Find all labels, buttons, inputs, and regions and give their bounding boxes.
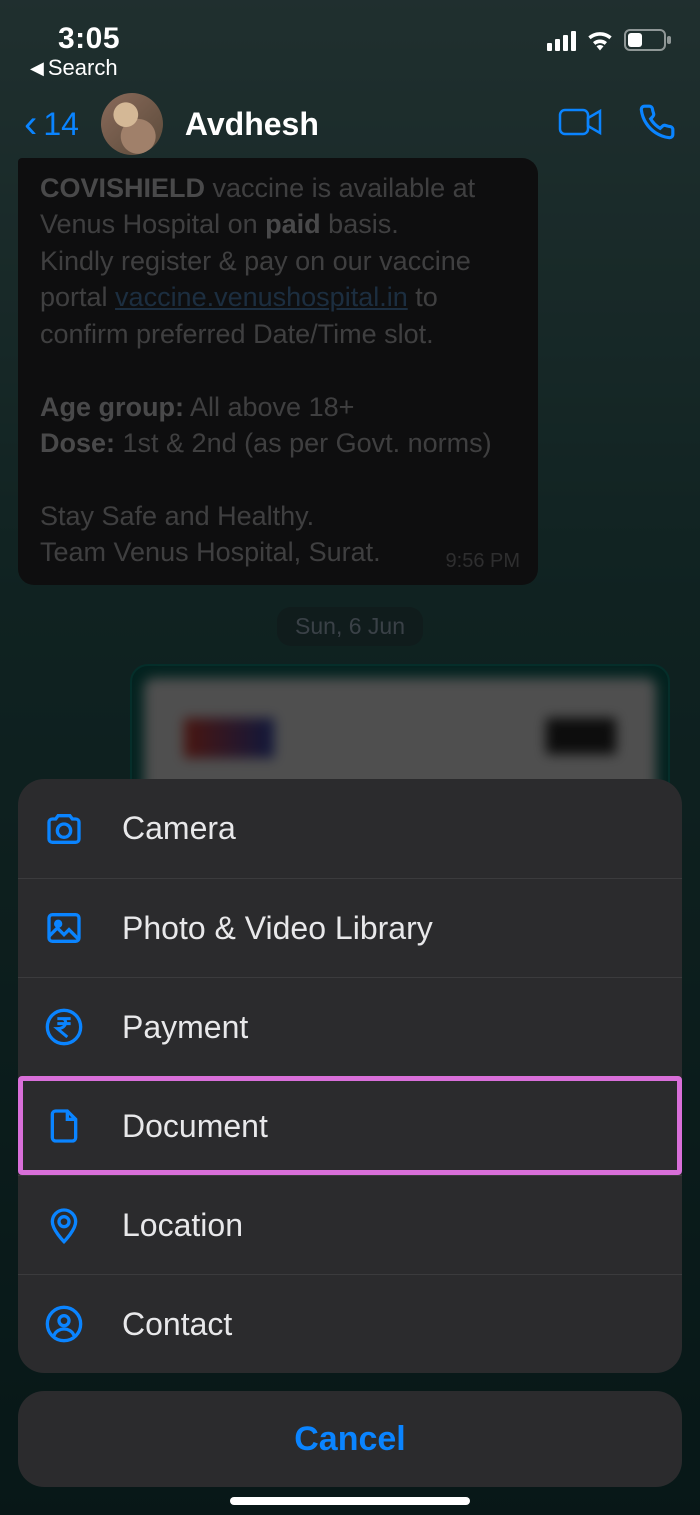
status-icons bbox=[547, 22, 672, 52]
back-button[interactable]: ‹ 14 bbox=[24, 104, 79, 144]
sheet-item-document[interactable]: Document bbox=[18, 1076, 682, 1175]
sheet-item-label: Photo & Video Library bbox=[122, 910, 433, 947]
back-count: 14 bbox=[43, 106, 79, 143]
cellular-icon bbox=[547, 29, 576, 51]
sheet-item-location[interactable]: Location bbox=[18, 1175, 682, 1274]
sheet-item-photo-library[interactable]: Photo & Video Library bbox=[18, 878, 682, 977]
cancel-label: Cancel bbox=[294, 1420, 406, 1459]
sheet-item-label: Location bbox=[122, 1207, 243, 1244]
back-triangle-icon: ◀ bbox=[30, 58, 44, 79]
back-app-label: Search bbox=[48, 55, 118, 81]
sheet-item-label: Camera bbox=[122, 810, 236, 847]
attachment-action-sheet: Camera Photo & Video Library Payment Doc… bbox=[18, 779, 682, 1487]
photo-icon bbox=[42, 906, 86, 950]
chat-header: ‹ 14 Avdhesh bbox=[0, 90, 700, 158]
avatar[interactable] bbox=[101, 93, 163, 155]
video-call-button[interactable] bbox=[558, 106, 604, 143]
document-icon bbox=[42, 1104, 86, 1148]
voice-call-button[interactable] bbox=[638, 103, 676, 146]
back-to-app[interactable]: ◀ Search bbox=[30, 55, 118, 81]
location-icon bbox=[42, 1203, 86, 1247]
contact-icon bbox=[42, 1302, 86, 1346]
battery-icon bbox=[624, 28, 672, 52]
sheet-item-label: Document bbox=[122, 1108, 268, 1145]
sheet-item-contact[interactable]: Contact bbox=[18, 1274, 682, 1373]
chevron-left-icon: ‹ bbox=[24, 104, 37, 144]
sheet-item-camera[interactable]: Camera bbox=[18, 779, 682, 878]
sheet-item-label: Contact bbox=[122, 1306, 232, 1343]
rupee-icon bbox=[42, 1005, 86, 1049]
wifi-icon bbox=[586, 29, 614, 51]
sheet-item-payment[interactable]: Payment bbox=[18, 977, 682, 1076]
home-indicator[interactable] bbox=[230, 1497, 470, 1505]
sheet-item-label: Payment bbox=[122, 1009, 248, 1046]
contact-name[interactable]: Avdhesh bbox=[185, 106, 319, 143]
status-time: 3:05 bbox=[58, 22, 120, 56]
cancel-button[interactable]: Cancel bbox=[18, 1391, 682, 1487]
camera-icon bbox=[42, 807, 86, 851]
